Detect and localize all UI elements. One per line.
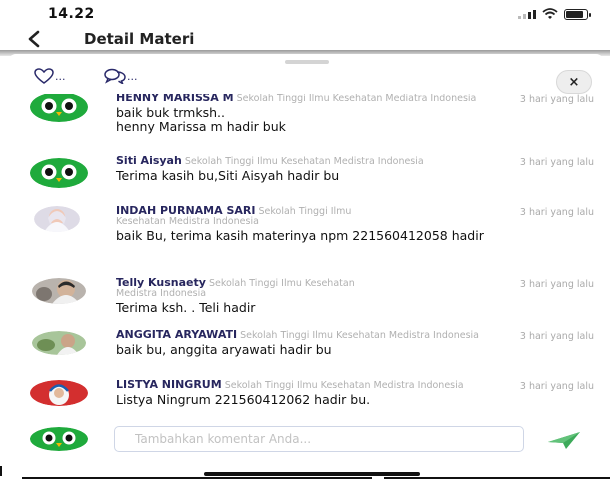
- signal-icon: [518, 9, 536, 19]
- comment-composer: [8, 424, 604, 464]
- comment-body: INDAH PURNAMA SARI Sekolah Tinggi Ilmu K…: [116, 205, 486, 243]
- photo-avatar[interactable]: [32, 278, 86, 304]
- comment-count: ...: [127, 69, 138, 83]
- divider: [0, 466, 2, 476]
- comment-item: HENNY MARISSA M Sekolah Tinggi Ilmu Kese…: [8, 94, 604, 146]
- comment-text: Listya Ningrum 221560412062 hadir bu.: [116, 392, 371, 407]
- chat-bubbles-icon: [104, 68, 126, 84]
- status-icons: [518, 8, 591, 20]
- comment-header: INDAH PURNAMA SARI Sekolah Tinggi Ilmu K…: [116, 205, 386, 227]
- comment-list[interactable]: HENNY MARISSA M Sekolah Tinggi Ilmu Kese…: [8, 94, 604, 424]
- like-count: ...: [55, 69, 66, 83]
- comment-text: baik Bu, terima kasih materinya npm 2215…: [116, 228, 484, 243]
- owl-avatar[interactable]: [30, 158, 88, 188]
- comment-body: HENNY MARISSA M Sekolah Tinggi Ilmu Kese…: [116, 94, 486, 134]
- status-bar: 14.22: [0, 0, 610, 26]
- comment-body: LISTYA NINGRUM Sekolah Tinggi Ilmu Keseh…: [116, 378, 486, 407]
- comment-item: LISTYA NINGRUM Sekolah Tinggi Ilmu Keseh…: [8, 378, 604, 424]
- photo-avatar[interactable]: [34, 206, 80, 232]
- page-title: Detail Materi: [84, 30, 195, 48]
- comments-sheet: ... ... × HENNY MARISSA M Sekolah Tinggi…: [8, 54, 604, 481]
- comment-body: ANGGITA ARYAWATI Sekolah Tinggi Ilmu Kes…: [116, 328, 486, 357]
- owl-avatar[interactable]: [30, 94, 88, 122]
- comment-text: baik buk trmksh.. henny Marissa m hadir …: [116, 105, 286, 134]
- comment-item: INDAH PURNAMA SARI Sekolah Tinggi Ilmu K…: [8, 205, 604, 268]
- commenter-institution: Sekolah Tinggi Ilmu Kesehatan Mediatra I…: [236, 94, 477, 104]
- comment-item: Siti Aisyah Sekolah Tinggi Ilmu Kesehata…: [8, 154, 604, 200]
- commenter-name[interactable]: HENNY MARISSA M: [116, 94, 234, 104]
- comment-body: Telly Kusnaety Sekolah Tinggi Ilmu Keseh…: [116, 277, 486, 315]
- sheet-grabber[interactable]: [285, 60, 329, 64]
- commenter-name[interactable]: LISTYA NINGRUM: [116, 378, 222, 391]
- commenter-institution: Sekolah Tinggi Ilmu Kesehatan Medistra I…: [224, 380, 464, 391]
- chevron-left-icon[interactable]: [26, 30, 42, 48]
- wifi-icon: [542, 8, 558, 19]
- divider: [22, 477, 372, 479]
- heart-icon: [34, 68, 54, 84]
- status-time: 14.22: [48, 6, 95, 22]
- comment-time: 3 hari yang lalu: [519, 157, 594, 168]
- comment-input[interactable]: [114, 426, 524, 452]
- commenter-name[interactable]: ANGGITA ARYAWATI: [116, 328, 237, 341]
- comment-time: 3 hari yang lalu: [519, 381, 594, 392]
- close-button[interactable]: ×: [556, 70, 592, 94]
- comment-header: ANGGITA ARYAWATI Sekolah Tinggi Ilmu Kes…: [116, 328, 486, 341]
- comment-text: Terima ksh. . Teli hadir: [116, 300, 256, 315]
- comment-body: Siti Aisyah Sekolah Tinggi Ilmu Kesehata…: [116, 154, 486, 183]
- comment-time: 3 hari yang lalu: [519, 331, 594, 342]
- owl-avatar: [30, 427, 88, 451]
- comment-time: 3 hari yang lalu: [519, 207, 594, 218]
- send-icon[interactable]: [544, 430, 584, 450]
- divider: [384, 477, 610, 479]
- nav-bar: Detail Materi: [0, 26, 610, 52]
- comment-header: LISTYA NINGRUM Sekolah Tinggi Ilmu Keseh…: [116, 378, 486, 391]
- close-icon: ×: [568, 74, 580, 90]
- comment-time: 3 hari yang lalu: [519, 279, 594, 290]
- comment-item: ANGGITA ARYAWATI Sekolah Tinggi Ilmu Kes…: [8, 328, 604, 374]
- comment-text: baik bu, anggita aryawati hadir bu: [116, 342, 332, 357]
- photo-avatar[interactable]: [30, 380, 88, 406]
- comment-header: HENNY MARISSA M Sekolah Tinggi Ilmu Kese…: [116, 94, 486, 104]
- comment-header: Siti Aisyah Sekolah Tinggi Ilmu Kesehata…: [116, 154, 486, 167]
- comment-time: 3 hari yang lalu: [519, 94, 594, 105]
- home-indicator: [204, 472, 420, 476]
- battery-icon: [564, 8, 591, 20]
- comment-count-button[interactable]: ...: [104, 68, 138, 84]
- comment-header: Telly Kusnaety Sekolah Tinggi Ilmu Keseh…: [116, 277, 396, 299]
- photo-avatar[interactable]: [32, 331, 86, 355]
- commenter-name[interactable]: Siti Aisyah: [116, 154, 182, 167]
- comment-item: Telly Kusnaety Sekolah Tinggi Ilmu Keseh…: [8, 277, 604, 322]
- commenter-institution: Sekolah Tinggi Ilmu Kesehatan Medistra I…: [240, 330, 479, 341]
- like-button[interactable]: ...: [34, 68, 66, 84]
- commenter-institution: Sekolah Tinggi Ilmu Kesehatan Medistra I…: [184, 156, 424, 167]
- comment-text: Terima kasih bu,Siti Aisyah hadir bu: [116, 168, 340, 183]
